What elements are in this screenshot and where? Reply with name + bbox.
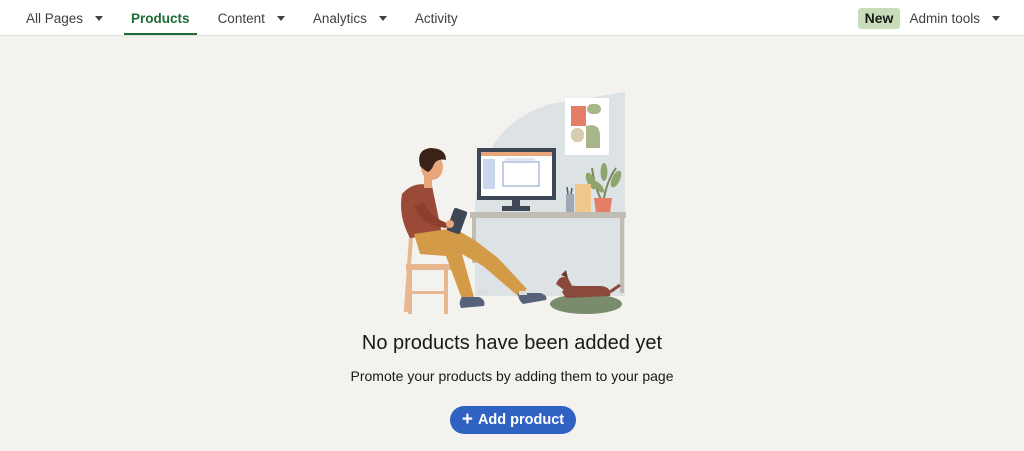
tab-content-label: Content <box>217 10 265 26</box>
admin-tools-label: Admin tools <box>909 10 980 26</box>
tab-content[interactable]: Content <box>211 0 292 36</box>
tab-analytics[interactable]: Analytics <box>306 0 394 36</box>
tab-activity-label: Activity <box>414 10 458 26</box>
plus-icon: + <box>461 408 473 430</box>
tab-all-pages[interactable]: All Pages <box>19 0 110 36</box>
tab-all-pages-label: All Pages <box>26 10 84 26</box>
add-product-button[interactable]: + Add product <box>450 406 576 434</box>
empty-state-title: No products have been added yet <box>361 332 663 354</box>
new-badge: New <box>857 7 901 29</box>
secondary-nav: New Admin tools <box>857 0 1000 36</box>
tab-products-label: Products <box>131 10 190 26</box>
top-nav-bar: All Pages Products Content Analytics Act… <box>0 0 1024 36</box>
chevron-down-icon <box>276 15 285 21</box>
primary-nav: All Pages Products Content Analytics Act… <box>0 0 465 36</box>
admin-tools-menu[interactable]: Admin tools <box>909 11 1000 26</box>
chevron-down-icon <box>95 15 104 21</box>
chevron-down-icon <box>378 15 387 21</box>
tab-analytics-label: Analytics <box>312 10 367 26</box>
empty-state-subtitle: Promote your products by adding them to … <box>350 368 674 384</box>
chevron-down-icon <box>992 15 1000 21</box>
tab-activity[interactable]: Activity <box>408 0 465 36</box>
add-product-label: Add product <box>477 412 565 428</box>
tab-products[interactable]: Products <box>124 0 197 36</box>
empty-state-illustration <box>401 92 626 314</box>
